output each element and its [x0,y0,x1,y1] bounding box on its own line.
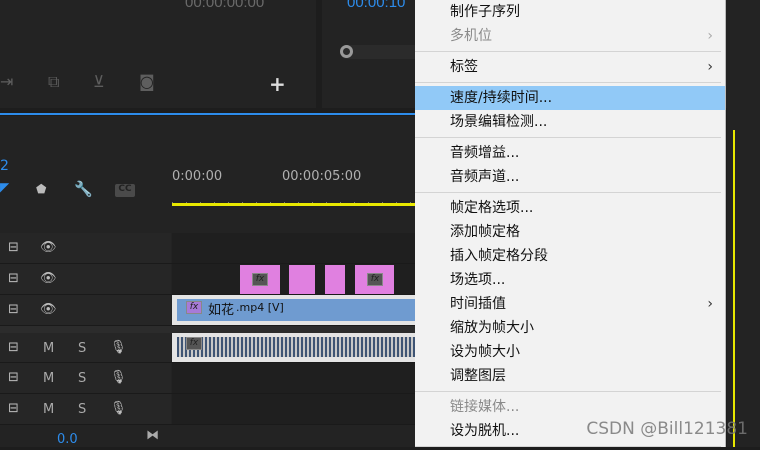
track-lane[interactable] [172,233,415,263]
menu-item-speed-duration[interactable]: 速度/持续时间... [415,86,725,110]
solo-button[interactable]: S [78,371,86,386]
source-timecode: 00:00:00:00 [185,0,265,11]
track-lane[interactable] [172,363,415,393]
track-lane[interactable]: fx fx [172,264,415,294]
fx-badge: fx [186,301,202,314]
menu-item-time-interpolation[interactable]: 时间插值 › [415,292,725,316]
menu-separator [415,48,725,55]
mute-button[interactable]: M [43,341,54,356]
program-timecode: 00:00:10 [347,0,406,11]
menu-separator [415,79,725,86]
captions-icon[interactable]: CC [115,184,135,197]
track-output-icon[interactable]: ⊟ [8,370,19,385]
track-output-icon[interactable]: ⊟ [8,302,19,317]
adjustment-clip[interactable]: fx [240,265,280,294]
collapse-icon[interactable]: ⧓ [146,428,159,443]
playhead-line[interactable] [733,130,735,447]
source-monitor: 00:00:00:00 ⇥ ⧉ ⊻ ◙ + [0,0,316,108]
microphone-icon[interactable]: 🎙 [110,401,127,416]
clip-name: 如花 [208,303,235,318]
track-divider[interactable] [0,326,415,333]
menu-item-scene-edit-detection[interactable]: 场景编辑检测... [415,110,725,134]
menu-item-audio-channels[interactable]: 音频声道... [415,165,725,189]
menu-item-link-media[interactable]: 链接媒体... [415,395,725,419]
scroll-handle[interactable] [340,45,353,58]
menu-item-frame-hold-options[interactable]: 帧定格选项... [415,196,725,220]
menu-separator [415,388,725,395]
work-area-bar[interactable] [172,203,415,206]
snap-icon[interactable]: ◤ [0,180,9,194]
timeline-panel: 2 ◤ ⬟ 🔧 CC 0:00:00 00:00:05:00 ⊟ 👁 ⊟ 👁 fx … [0,116,415,447]
eye-icon[interactable]: 👁 [40,302,57,317]
marker-icon[interactable]: ⬟ [36,182,46,196]
chevron-right-icon: › [707,28,713,44]
menu-item-label[interactable]: 标签 › [415,55,725,79]
fx-badge: fx [367,273,383,286]
track-output-icon[interactable]: ⊟ [8,240,19,255]
video-clip[interactable]: fx 如花 .mp4 [V] [172,295,415,325]
adjustment-clip[interactable]: fx [355,265,394,294]
program-panel-edge [727,0,760,447]
track-output-icon[interactable]: ⊟ [8,340,19,355]
mute-button[interactable]: M [43,371,54,386]
insert-icon[interactable]: ⇥ [0,72,13,91]
master-volume[interactable]: 0.0 [57,432,78,447]
track-v1: ⊟ 👁 fx 如花 .mp4 [V] [0,295,415,326]
wrench-icon[interactable]: 🔧 [74,180,93,198]
audio-clip[interactable]: fx [172,333,415,362]
solo-button[interactable]: S [78,341,86,356]
adjustment-clip[interactable] [289,265,315,294]
track-a1: ⊟ M S 🎙 fx [0,333,415,363]
panel-focus-line [0,113,415,115]
add-button-icon[interactable]: + [269,72,286,96]
context-menu: 制作子序列 多机位 › 标签 › 速度/持续时间... 场景编辑检测... 音频增益… [415,0,726,447]
eye-icon[interactable]: 👁 [40,271,57,286]
track-a2: ⊟ M S 🎙 [0,363,415,394]
track-lane[interactable] [172,394,415,424]
fx-badge: fx [186,337,202,350]
ruler-label: 0:00:00 [172,169,223,184]
solo-button[interactable]: S [78,402,86,417]
menu-item-multicam[interactable]: 多机位 › [415,24,725,48]
track-a3: ⊟ M S 🎙 [0,394,415,425]
camera-icon[interactable]: ◙ [139,72,155,91]
export-frame-icon[interactable]: ⧉ [48,72,59,92]
track-v3: ⊟ 👁 [0,233,415,264]
clip-suffix: .mp4 [V] [236,301,284,314]
watermark: CSDN @Bill121381 [586,419,748,439]
menu-separator [415,134,725,141]
track-output-icon[interactable]: ⊟ [8,401,19,416]
microphone-icon[interactable]: 🎙 [110,340,127,355]
menu-separator [415,189,725,196]
menu-item-field-options[interactable]: 场选项... [415,268,725,292]
mute-button[interactable]: M [43,402,54,417]
fx-badge: fx [252,273,268,286]
ruler-label: 00:00:05:00 [282,169,362,184]
chevron-right-icon: › [707,59,713,75]
sequence-tab-fragment[interactable]: 2 [0,158,9,174]
eye-icon[interactable]: 👁 [40,240,57,255]
menu-item-set-to-frame-size[interactable]: 设为帧大小 [415,340,725,364]
menu-item-scale-to-frame-size[interactable]: 缩放为帧大小 [415,316,725,340]
menu-item-adjustment-layer[interactable]: 调整图层 [415,364,725,388]
chevron-right-icon: › [707,296,713,312]
microphone-icon[interactable]: 🎙 [110,370,127,385]
menu-item-make-subsequence[interactable]: 制作子序列 [415,0,725,24]
overwrite-icon[interactable]: ⊻ [93,72,105,91]
track-output-icon[interactable]: ⊟ [8,271,19,286]
menu-item-audio-gain[interactable]: 音频增益... [415,141,725,165]
menu-item-insert-frame-hold-segment[interactable]: 插入帧定格分段 [415,244,725,268]
track-v2: ⊟ 👁 fx fx [0,264,415,295]
adjustment-clip[interactable] [325,265,345,294]
menu-item-add-frame-hold[interactable]: 添加帧定格 [415,220,725,244]
